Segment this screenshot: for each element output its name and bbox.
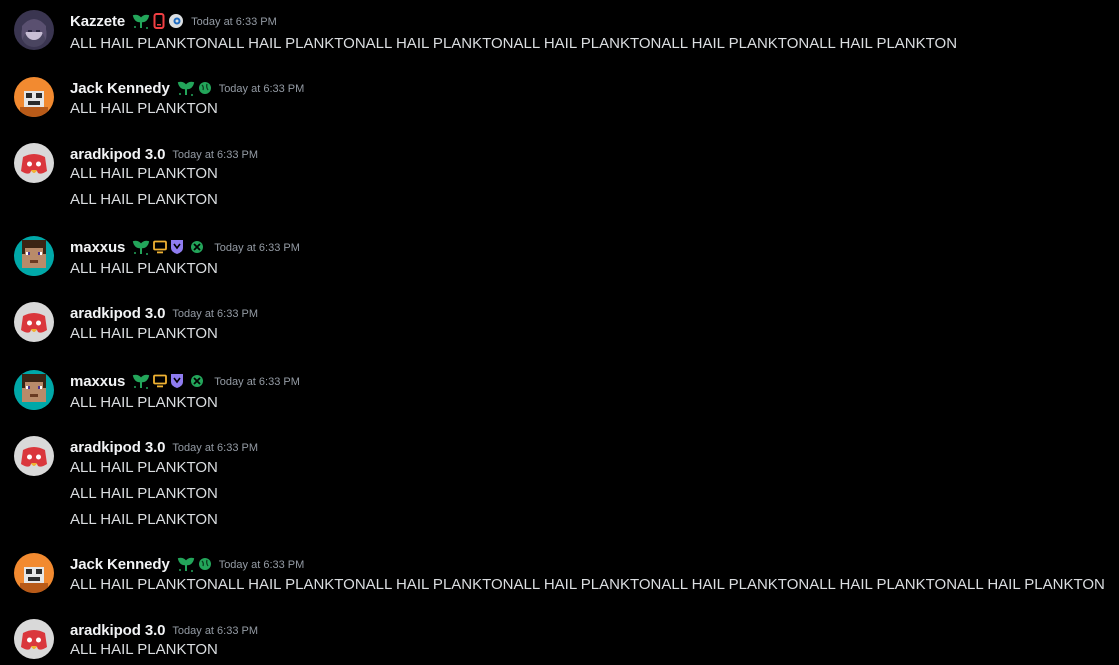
username[interactable]: maxxus xyxy=(70,373,125,390)
globe-icon xyxy=(198,557,212,571)
timestamp[interactable]: Today at 6:33 PM xyxy=(172,623,258,637)
message-header: aradkipod 3.0 Today at 6:33 PM xyxy=(70,436,258,458)
red-discord-avatar xyxy=(14,436,54,476)
sprout-icon[interactable] xyxy=(177,79,195,97)
message-text: ALL HAIL PLANKTON xyxy=(70,260,218,277)
sprout-icon[interactable] xyxy=(132,12,150,30)
avatar[interactable] xyxy=(14,143,54,183)
username[interactable]: aradkipod 3.0 xyxy=(70,439,166,456)
username[interactable]: Kazzete xyxy=(70,13,125,30)
user-badges xyxy=(129,12,184,30)
message-list: Kazzete Today at 6:33 PM ALL HAIL PLANKT… xyxy=(0,0,1119,665)
username[interactable]: aradkipod 3.0 xyxy=(70,146,166,163)
user-badges xyxy=(129,372,204,390)
message-text: ALL HAIL PLANKTON xyxy=(70,165,218,182)
message-text: ALL HAIL PLANKTON xyxy=(70,641,218,658)
message-text: ALL HAIL PLANKTONALL HAIL PLANKTONALL HA… xyxy=(70,576,1105,593)
sprout-icon[interactable] xyxy=(132,372,150,390)
avatar[interactable] xyxy=(14,553,54,593)
message-header: aradkipod 3.0 Today at 6:33 PM xyxy=(70,143,258,165)
message-text: ALL HAIL PLANKTON xyxy=(70,191,218,208)
message-header: Jack Kennedy Today at 6:33 PM xyxy=(70,553,304,575)
red-discord-avatar xyxy=(14,143,54,183)
avatar[interactable] xyxy=(14,236,54,276)
shield-badge-icon[interactable] xyxy=(170,373,184,389)
xbox-icon xyxy=(190,240,204,254)
message-header: Jack Kennedy Today at 6:33 PM xyxy=(70,77,304,99)
shield-badge-icon[interactable] xyxy=(170,239,184,255)
user-badges xyxy=(174,79,212,97)
timestamp[interactable]: Today at 6:33 PM xyxy=(172,440,258,454)
xbox-icon xyxy=(190,374,204,388)
desktop-icon xyxy=(153,240,168,254)
username[interactable]: maxxus xyxy=(70,239,125,256)
anime-avatar xyxy=(14,10,54,50)
spotify-status-icon[interactable] xyxy=(168,13,184,29)
user-badges xyxy=(129,238,204,256)
timestamp[interactable]: Today at 6:33 PM xyxy=(219,81,305,95)
sprout-icon[interactable] xyxy=(132,238,150,256)
username[interactable]: aradkipod 3.0 xyxy=(70,622,166,639)
username[interactable]: aradkipod 3.0 xyxy=(70,305,166,322)
minecraft-steve-avatar xyxy=(14,370,54,410)
orange-pixel-avatar xyxy=(14,77,54,117)
avatar[interactable] xyxy=(14,436,54,476)
user-badges xyxy=(174,555,212,573)
mobile-phone-icon xyxy=(153,13,165,29)
avatar[interactable] xyxy=(14,370,54,410)
timestamp[interactable]: Today at 6:33 PM xyxy=(214,374,300,388)
red-discord-avatar xyxy=(14,619,54,659)
avatar[interactable] xyxy=(14,77,54,117)
message-header: aradkipod 3.0 Today at 6:33 PM xyxy=(70,619,258,641)
globe-icon xyxy=(198,81,212,95)
timestamp[interactable]: Today at 6:33 PM xyxy=(214,240,300,254)
sprout-icon[interactable] xyxy=(177,555,195,573)
username[interactable]: Jack Kennedy xyxy=(70,556,170,573)
red-discord-avatar xyxy=(14,302,54,342)
message-text: ALL HAIL PLANKTON xyxy=(70,511,218,528)
timestamp[interactable]: Today at 6:33 PM xyxy=(172,147,258,161)
orange-pixel-avatar xyxy=(14,553,54,593)
timestamp[interactable]: Today at 6:33 PM xyxy=(219,557,305,571)
avatar[interactable] xyxy=(14,619,54,659)
timestamp[interactable]: Today at 6:33 PM xyxy=(191,14,277,28)
message-header: aradkipod 3.0 Today at 6:33 PM xyxy=(70,302,258,324)
message-header: Kazzete Today at 6:33 PM xyxy=(70,10,277,32)
minecraft-steve-avatar xyxy=(14,236,54,276)
message-text: ALL HAIL PLANKTON xyxy=(70,100,218,117)
message-text: ALL HAIL PLANKTON xyxy=(70,485,218,502)
username[interactable]: Jack Kennedy xyxy=(70,80,170,97)
message-text: ALL HAIL PLANKTON xyxy=(70,325,218,342)
avatar[interactable] xyxy=(14,302,54,342)
message-text: ALL HAIL PLANKTONALL HAIL PLANKTONALL HA… xyxy=(70,35,958,52)
message-text: ALL HAIL PLANKTON xyxy=(70,459,218,476)
avatar[interactable] xyxy=(14,10,54,50)
desktop-icon xyxy=(153,374,168,388)
message-text: ALL HAIL PLANKTON xyxy=(70,394,218,411)
timestamp[interactable]: Today at 6:33 PM xyxy=(172,306,258,320)
message-header: maxxus Today at 6:33 PM xyxy=(70,370,300,392)
message-header: maxxus Today at 6:33 PM xyxy=(70,236,300,258)
